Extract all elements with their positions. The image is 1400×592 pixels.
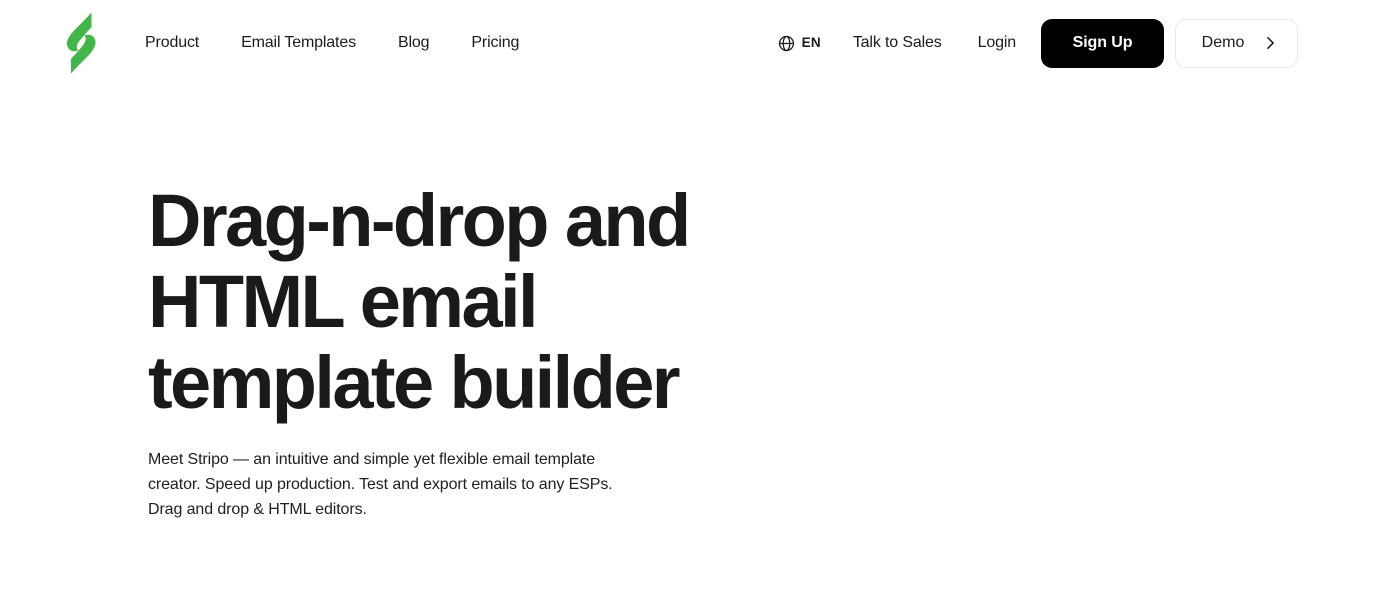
hero-heading: Drag-n-drop and HTML email template buil… xyxy=(148,179,691,424)
demo-button-label: Demo xyxy=(1201,34,1245,51)
login-link[interactable]: Login xyxy=(978,35,1017,51)
nav-item-product[interactable]: Product xyxy=(145,35,199,51)
stripo-logo-icon xyxy=(66,12,96,74)
primary-navigation: Product Email Templates Blog Pricing xyxy=(145,0,519,86)
nav-item-pricing[interactable]: Pricing xyxy=(471,35,519,51)
hero-subtitle: Meet Stripo — an intuitive and simple ye… xyxy=(148,451,613,518)
demo-button[interactable]: Demo xyxy=(1175,18,1298,68)
sign-up-button[interactable]: Sign Up xyxy=(1041,18,1164,68)
hero-section: Drag-n-drop and HTML email template buil… xyxy=(148,180,908,522)
talk-to-sales-link[interactable]: Talk to Sales xyxy=(853,35,942,51)
header-actions: EN Talk to Sales Login Sign Up Demo xyxy=(778,0,1298,86)
nav-item-email-templates[interactable]: Email Templates xyxy=(241,35,356,51)
site-header: Product Email Templates Blog Pricing EN … xyxy=(0,0,1400,86)
language-switcher[interactable]: EN xyxy=(778,35,821,52)
page-root: Product Email Templates Blog Pricing EN … xyxy=(0,0,1400,592)
nav-item-blog[interactable]: Blog xyxy=(398,35,430,51)
globe-icon xyxy=(778,35,794,51)
chevron-right-icon xyxy=(1267,36,1275,50)
stripo-logo[interactable] xyxy=(63,11,99,75)
language-label: EN xyxy=(801,35,821,51)
